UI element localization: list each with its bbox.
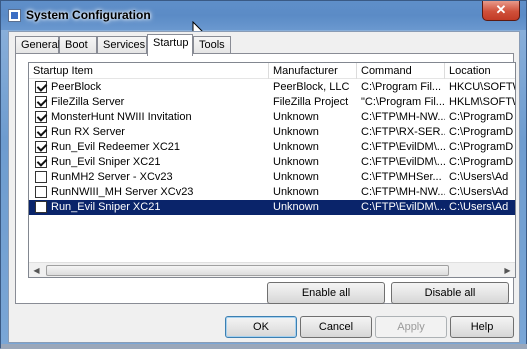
command-cell: "C:\Program Fil...: [361, 96, 445, 108]
table-row[interactable]: MonsterHunt NWIII Invitation Unknown C:\FT…: [29, 110, 515, 125]
location-cell: C:\ProgramD: [449, 141, 514, 153]
table-row[interactable]: RunNWIII_MH Server XCv23 Unknown C:\FTP\MH…: [29, 185, 515, 200]
cancel-button[interactable]: Cancel: [300, 316, 372, 338]
startup-tab-panel: Startup Item Manufacturer Command Locati…: [15, 53, 516, 304]
startup-item-name: Run_Evil Sniper XC21: [51, 201, 161, 213]
command-cell: C:\FTP\MHSer...: [361, 171, 442, 183]
column-header-command[interactable]: Command: [357, 63, 445, 79]
startup-item-name: FileZilla Server: [51, 96, 125, 108]
command-cell: C:\FTP\MH-NW...: [361, 186, 445, 198]
startup-item-checkbox[interactable]: [35, 156, 47, 168]
location-cell: C:\ProgramD: [449, 126, 514, 138]
enable-all-button[interactable]: Enable all: [267, 282, 385, 304]
command-cell: C:\FTP\EvilDM\...: [361, 141, 445, 153]
app-icon: [8, 9, 21, 22]
manufacturer-cell: Unknown: [273, 111, 319, 123]
title-bar[interactable]: System Configuration ✕: [1, 1, 526, 42]
startup-item-name: MonsterHunt NWIII Invitation: [51, 111, 192, 123]
tab-general[interactable]: General: [15, 36, 60, 54]
table-row[interactable]: Run_Evil Sniper XC21 Unknown C:\FTP\EvilDM…: [29, 155, 515, 170]
list-header: Startup Item Manufacturer Command Locati…: [29, 63, 515, 79]
command-cell: C:\FTP\EvilDM\...: [361, 156, 445, 168]
location-cell: C:\Users\Ad: [449, 186, 509, 198]
manufacturer-cell: Unknown: [273, 141, 319, 153]
manufacturer-cell: Unknown: [273, 171, 319, 183]
startup-item-name: Run_Evil Sniper XC21: [51, 156, 161, 168]
table-row[interactable]: PeerBlock PeerBlock, LLC C:\Program Fil...…: [29, 80, 515, 95]
command-cell: C:\Program Fil...: [361, 81, 442, 93]
location-cell: HKCU\SOFTW: [449, 81, 515, 93]
table-row[interactable]: Run_Evil Sniper XC21 Unknown C:\FTP\EvilDM…: [29, 200, 515, 215]
manufacturer-cell: PeerBlock, LLC: [273, 81, 350, 93]
startup-item-name: RunMH2 Server - XCv23: [51, 171, 173, 183]
window-title: System Configuration: [26, 8, 151, 22]
command-cell: C:\FTP\EvilDM\...: [361, 201, 445, 213]
column-header-startup-item[interactable]: Startup Item: [29, 63, 269, 79]
location-cell: C:\ProgramD: [449, 111, 514, 123]
ok-button[interactable]: OK: [225, 316, 297, 338]
location-cell: C:\Users\Ad: [449, 201, 509, 213]
startup-item-checkbox[interactable]: [35, 126, 47, 138]
startup-item-checkbox[interactable]: [35, 81, 47, 93]
scrollbar-thumb[interactable]: [46, 265, 449, 276]
location-cell: C:\ProgramD: [449, 156, 514, 168]
command-cell: C:\FTP\RX-SER...: [361, 126, 445, 138]
taskbar-strip: [1, 344, 527, 349]
table-row[interactable]: Run RX Server Unknown C:\FTP\RX-SER... C:\P…: [29, 125, 515, 140]
startup-items-list[interactable]: Startup Item Manufacturer Command Locati…: [28, 62, 516, 278]
column-header-location[interactable]: Location: [445, 63, 515, 79]
close-button[interactable]: ✕: [482, 1, 520, 21]
disable-all-button[interactable]: Disable all: [391, 282, 509, 304]
startup-item-name: RunNWIII_MH Server XCv23: [51, 186, 194, 198]
manufacturer-cell: Unknown: [273, 156, 319, 168]
startup-item-name: PeerBlock: [51, 81, 102, 93]
horizontal-scrollbar[interactable]: ◀ ▶: [29, 262, 515, 277]
startup-item-name: Run RX Server: [51, 126, 125, 138]
location-cell: HKLM\SOFTW: [449, 96, 515, 108]
tab-startup[interactable]: Startup: [147, 34, 193, 56]
startup-item-checkbox[interactable]: [35, 141, 47, 153]
startup-item-checkbox[interactable]: [35, 186, 47, 198]
manufacturer-cell: FileZilla Project: [273, 96, 349, 108]
tab-tools[interactable]: Tools: [193, 36, 231, 54]
scroll-left-icon[interactable]: ◀: [29, 263, 44, 277]
startup-item-checkbox[interactable]: [35, 96, 47, 108]
startup-item-checkbox[interactable]: [35, 171, 47, 183]
command-cell: C:\FTP\MH-NW...: [361, 111, 445, 123]
tab-services[interactable]: Services: [97, 36, 147, 54]
manufacturer-cell: Unknown: [273, 186, 319, 198]
startup-item-checkbox[interactable]: [35, 111, 47, 123]
startup-item-name: Run_Evil Redeemer XC21: [51, 141, 181, 153]
scroll-right-icon[interactable]: ▶: [500, 263, 515, 277]
table-row[interactable]: FileZilla Server FileZilla Project "C:\Pro…: [29, 95, 515, 110]
location-cell: C:\Users\Ad: [449, 171, 509, 183]
system-configuration-window: System Configuration ✕ General Boot Serv…: [0, 0, 527, 349]
startup-item-checkbox[interactable]: [35, 201, 47, 213]
table-row[interactable]: RunMH2 Server - XCv23 Unknown C:\FTP\MHSer…: [29, 170, 515, 185]
manufacturer-cell: Unknown: [273, 201, 319, 213]
table-row[interactable]: Run_Evil Redeemer XC21 Unknown C:\FTP\Evil…: [29, 140, 515, 155]
dialog-body: General Boot Services Startup Tools Star…: [8, 31, 520, 343]
tab-boot[interactable]: Boot: [59, 36, 97, 54]
manufacturer-cell: Unknown: [273, 126, 319, 138]
help-button[interactable]: Help: [450, 316, 514, 338]
column-header-manufacturer[interactable]: Manufacturer: [269, 63, 357, 79]
apply-button[interactable]: Apply: [375, 316, 447, 338]
